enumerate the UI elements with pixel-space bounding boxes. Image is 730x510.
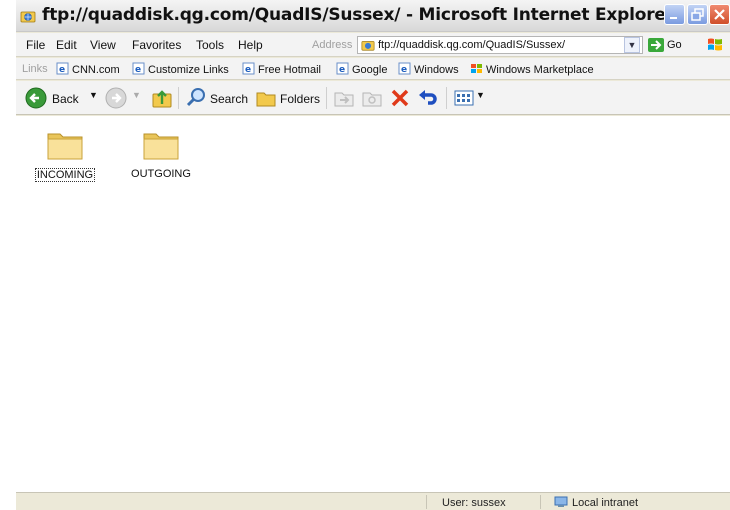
toolbar-separator xyxy=(178,87,179,109)
address-field[interactable]: ftp://quaddisk.qg.com/QuadIS/Sussex/ xyxy=(357,36,643,54)
link-cnn[interactable]: e CNN.com xyxy=(56,62,120,76)
menu-edit[interactable]: Edit xyxy=(56,38,77,52)
folder-item-outgoing[interactable]: OUTGOING xyxy=(124,128,198,180)
windows-flag-icon xyxy=(471,64,482,73)
ie-page-icon: e xyxy=(242,62,255,75)
links-label: Links xyxy=(22,63,48,75)
svg-text:e: e xyxy=(339,65,345,75)
up-folder-icon[interactable] xyxy=(150,86,174,110)
toolbar-separator xyxy=(446,87,447,109)
link-label: Google xyxy=(352,64,388,76)
menu-tools[interactable]: Tools xyxy=(196,38,224,52)
status-separator xyxy=(426,495,427,509)
link-label: Free Hotmail xyxy=(258,64,321,76)
link-customize-links[interactable]: e Customize Links xyxy=(132,62,229,76)
folders-icon xyxy=(256,92,276,107)
link-label: Customize Links xyxy=(148,64,229,76)
link-label: Windows xyxy=(414,64,459,76)
views-dropdown-icon[interactable]: ▼ xyxy=(476,90,485,100)
folder-name: OUTGOING xyxy=(131,168,191,180)
ftp-folder-icon xyxy=(361,41,375,51)
status-bar: User: sussex Local intranet xyxy=(16,492,730,510)
svg-text:e: e xyxy=(135,65,141,75)
menu-help[interactable]: Help xyxy=(238,38,263,52)
views-icon[interactable] xyxy=(452,86,476,110)
copy-to-icon[interactable] xyxy=(360,86,384,110)
delete-icon[interactable] xyxy=(388,86,412,110)
restore-button[interactable] xyxy=(687,4,708,25)
folder-icon xyxy=(47,133,83,160)
menu-bar: File Edit View Favorites Tools Help Addr… xyxy=(16,33,730,57)
search-icon xyxy=(186,88,205,107)
close-icon xyxy=(714,9,725,20)
forward-arrow-icon[interactable] xyxy=(104,86,128,110)
minimize-button[interactable] xyxy=(664,4,685,25)
link-label: Windows Marketplace xyxy=(486,64,594,76)
svg-text:e: e xyxy=(245,65,251,75)
folders-label: Folders xyxy=(280,92,321,106)
ie-page-icon: e xyxy=(398,62,411,75)
standard-toolbar: Back ▼ ▼ Search Folders ▼ xyxy=(16,81,730,115)
link-label: CNN.com xyxy=(72,64,120,76)
address-label: Address xyxy=(312,39,353,51)
forward-dropdown-icon[interactable]: ▼ xyxy=(132,90,141,100)
status-separator xyxy=(540,495,541,509)
search-label: Search xyxy=(210,92,249,106)
links-bar: Links e CNN.com e Customize Links e Free Ho… xyxy=(16,58,730,80)
back-label: Back xyxy=(52,92,79,106)
local-intranet-icon xyxy=(554,496,568,507)
back-dropdown-icon[interactable]: ▼ xyxy=(89,90,98,100)
restore-icon xyxy=(691,8,704,21)
back-arrow-icon xyxy=(25,87,47,109)
folder-item-incoming[interactable]: INCOMING xyxy=(28,128,102,182)
status-zone: Local intranet xyxy=(572,497,639,509)
close-button[interactable] xyxy=(709,4,730,25)
go-button[interactable]: Go xyxy=(667,39,682,51)
address-value[interactable]: ftp://quaddisk.qg.com/QuadIS/Sussex/ xyxy=(378,39,565,51)
svg-text:e: e xyxy=(59,65,65,75)
undo-icon[interactable] xyxy=(416,86,440,110)
menu-favorites[interactable]: Favorites xyxy=(132,38,181,52)
folder-icon xyxy=(143,133,179,160)
address-dropdown-button[interactable]: ▼ xyxy=(624,37,640,53)
window-title: ftp://quaddisk.qg.com/QuadIS/Sussex/ - M… xyxy=(42,5,674,25)
folder-view[interactable]: INCOMING OUTGOING xyxy=(16,116,730,492)
ie-page-icon: e xyxy=(56,62,69,75)
menu-view[interactable]: View xyxy=(90,38,116,52)
menu-file[interactable]: File xyxy=(26,38,45,52)
go-arrow-icon[interactable] xyxy=(648,38,664,52)
status-user: User: sussex xyxy=(442,497,506,509)
link-google[interactable]: e Google xyxy=(336,62,387,76)
folder-name: INCOMING xyxy=(34,168,96,182)
chevron-down-icon: ▼ xyxy=(627,40,637,50)
move-to-icon[interactable] xyxy=(332,86,356,110)
ie-page-icon: e xyxy=(132,62,145,75)
title-bar[interactable]: ftp://quaddisk.qg.com/QuadIS/Sussex/ - M… xyxy=(16,0,730,32)
ftp-folder-icon xyxy=(20,11,36,23)
ie-window: ftp://quaddisk.qg.com/QuadIS/Sussex/ - M… xyxy=(16,0,730,510)
link-windows[interactable]: e Windows xyxy=(398,62,459,76)
minimize-icon xyxy=(670,17,677,19)
toolbar-separator xyxy=(326,87,327,109)
svg-text:e: e xyxy=(401,65,407,75)
windows-logo-icon xyxy=(708,38,722,51)
link-free-hotmail[interactable]: e Free Hotmail xyxy=(242,62,321,76)
link-windows-marketplace[interactable]: Windows Marketplace xyxy=(470,62,594,76)
ie-page-icon: e xyxy=(336,62,349,75)
